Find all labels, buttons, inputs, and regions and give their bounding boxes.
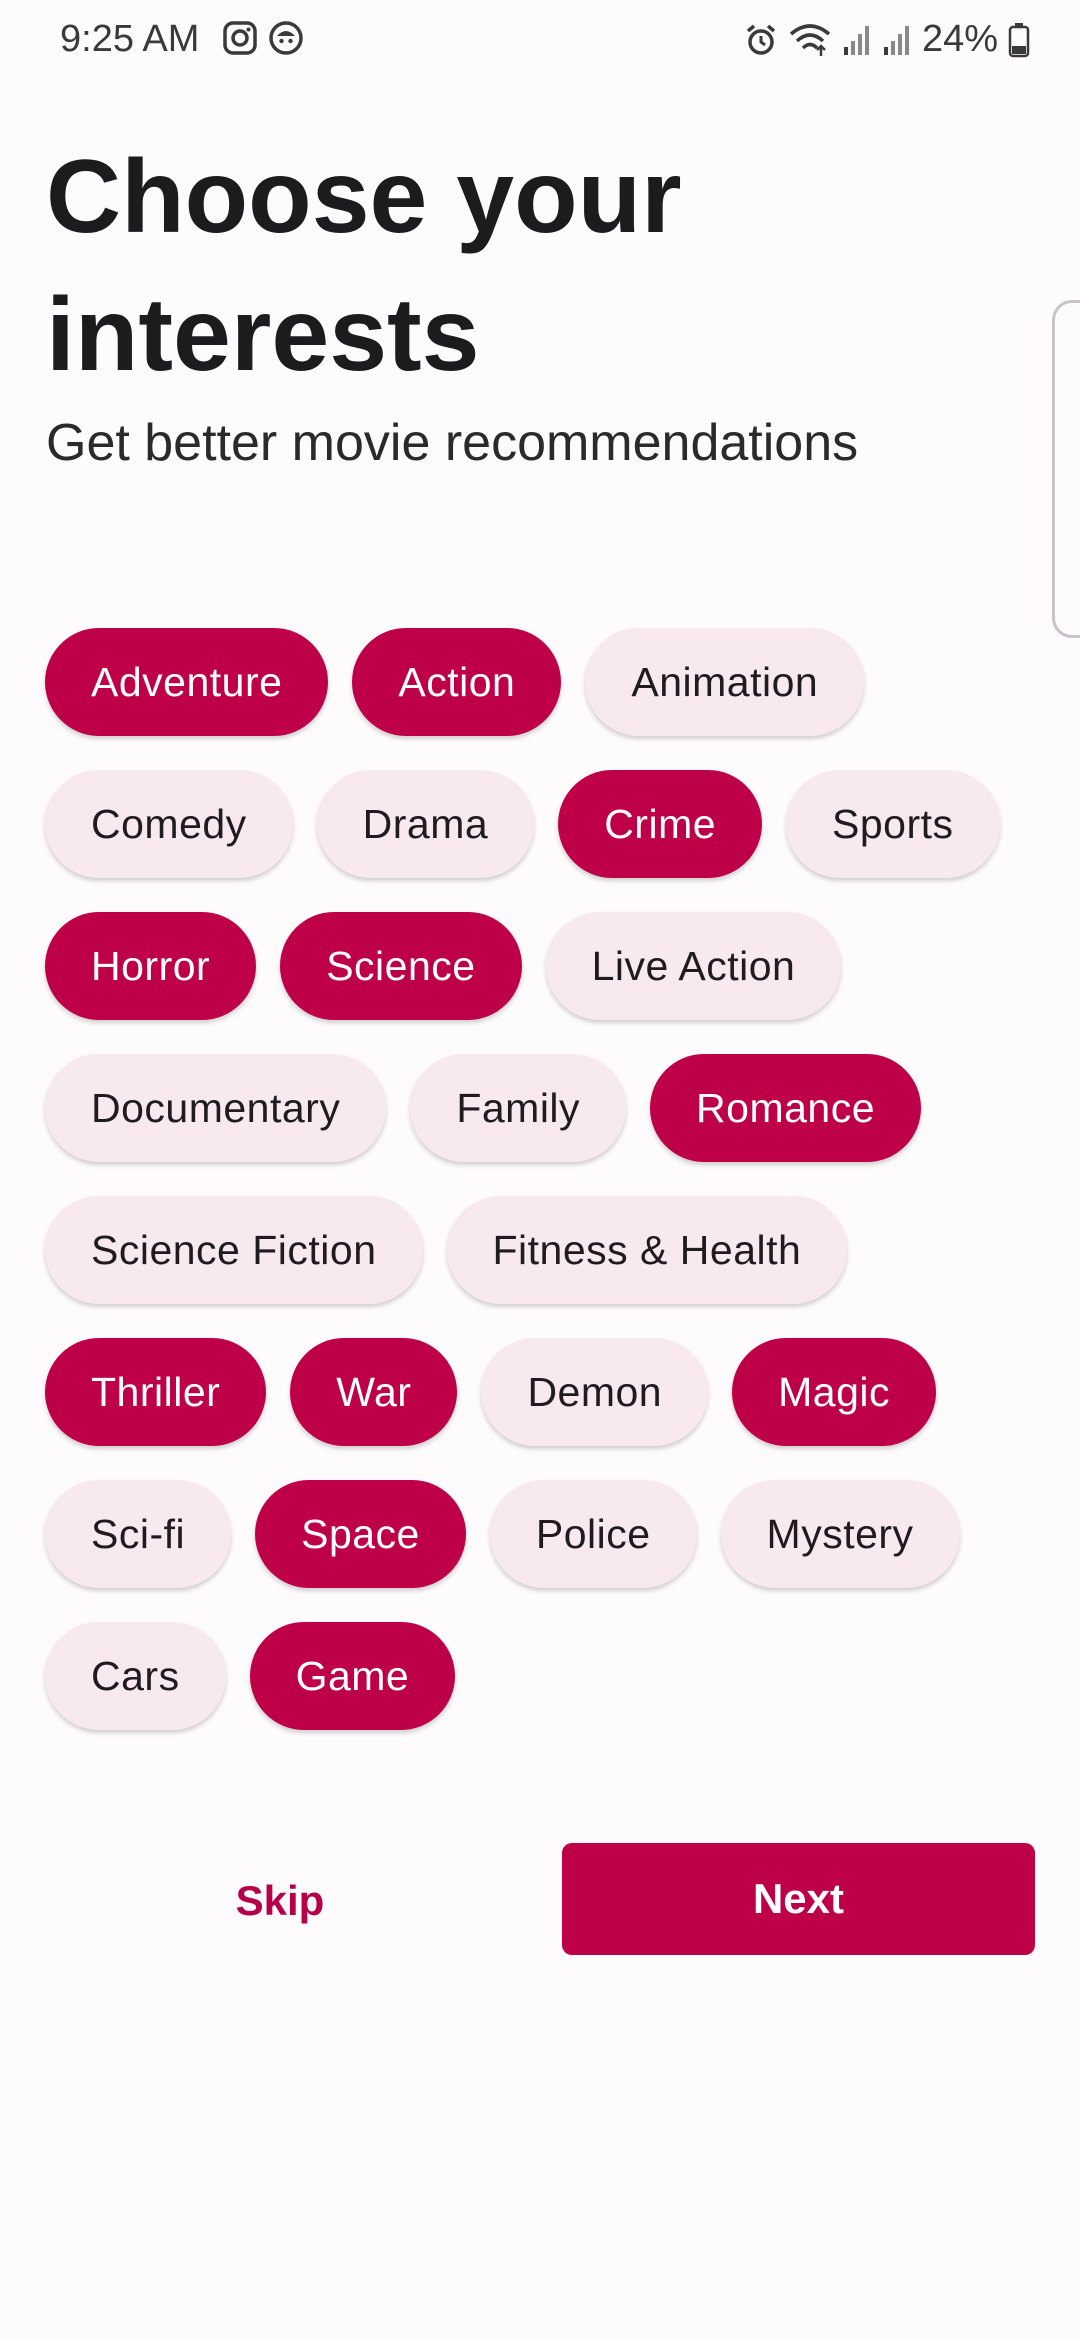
signal-icon [842,23,872,57]
wifi-icon [788,22,832,58]
interest-chip[interactable]: Sports [786,770,1000,878]
interest-chip[interactable]: Romance [650,1054,922,1162]
next-button[interactable]: Next [562,1843,1035,1955]
status-left-icons [222,20,304,56]
interest-chip-group: Adventure Action Animation Comedy Drama Crime… [45,628,1055,1730]
interest-chip[interactable]: Horror [45,912,257,1020]
interest-chip[interactable]: Drama [316,770,535,878]
interest-chip[interactable]: Magic [732,1338,936,1446]
interest-chip[interactable]: Space [255,1480,466,1588]
status-time: 9:25 AM [60,18,200,60]
interest-chip[interactable]: Fitness & Health [446,1196,848,1304]
status-right-icons: 24% [744,18,1030,61]
skip-button[interactable]: Skip [60,1846,500,1956]
signal-icon [882,23,912,57]
interest-chip[interactable]: Mystery [720,1480,960,1588]
interest-chip[interactable]: Family [410,1054,627,1162]
interest-chip[interactable]: Comedy [45,770,293,878]
interest-chip[interactable]: Science Fiction [45,1196,423,1304]
interest-chip[interactable]: Live Action [545,912,842,1020]
interest-chip[interactable]: Documentary [45,1054,387,1162]
edge-panel-handle[interactable] [1052,300,1080,638]
alarm-icon [744,23,778,57]
status-bar: 9:25 AM 24% [0,0,1080,80]
instagram-icon [222,20,258,56]
battery-icon [1008,22,1030,58]
interest-chip[interactable]: Police [489,1480,697,1588]
interest-chip[interactable]: War [290,1338,458,1446]
app-notification-icon [268,20,304,56]
page-title: Choose your interests [46,139,682,393]
battery-percentage: 24% [921,18,998,60]
interest-chip[interactable]: Science [280,912,522,1020]
interest-chip[interactable]: Game [249,1622,456,1730]
interest-chip[interactable]: Thriller [45,1338,267,1446]
interest-chip[interactable]: Demon [481,1338,709,1446]
interest-chip[interactable]: Cars [45,1622,226,1730]
interest-chip[interactable]: Animation [585,628,865,736]
page-subtitle: Get better movie recommendations [46,414,859,472]
interest-chip[interactable]: Action [352,628,562,736]
interest-chip[interactable]: Sci-fi [45,1480,232,1588]
interest-chip[interactable]: Adventure [45,628,329,736]
interest-chip[interactable]: Crime [558,770,763,878]
